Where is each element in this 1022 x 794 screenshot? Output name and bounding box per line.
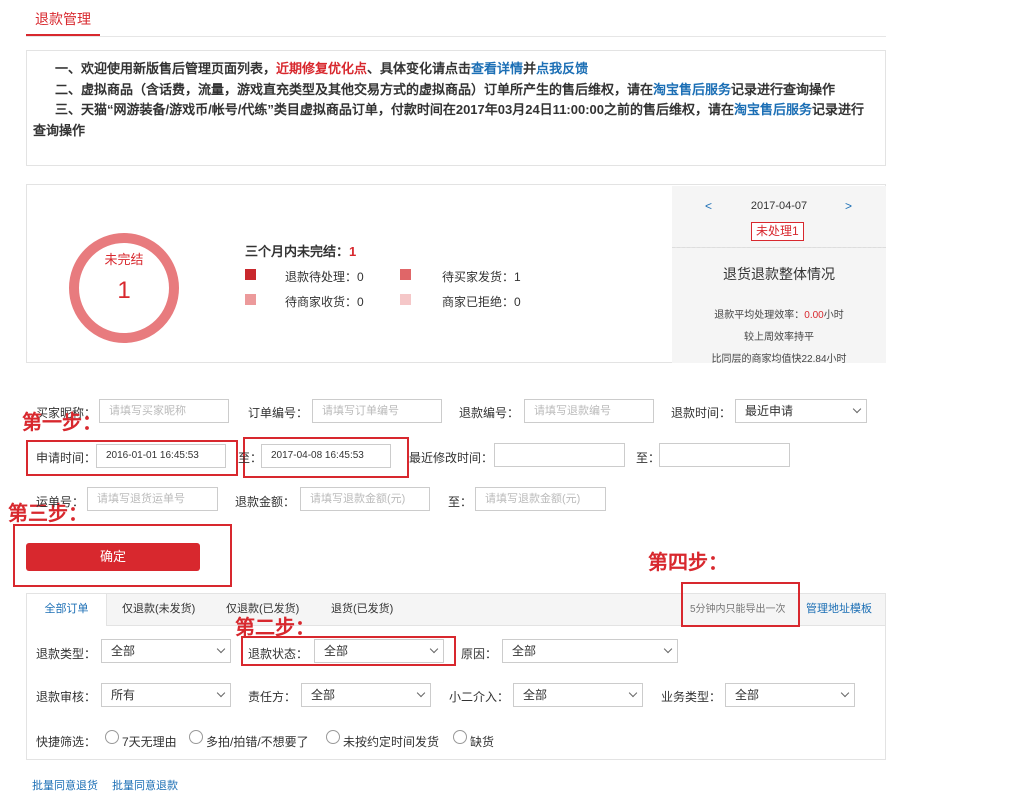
legend-swatch-await-ship — [400, 269, 411, 280]
notice-line-3: 三、天猫“网游装备/游戏币/帐号/代练”类目虚拟商品订单，付款时间在2017年0… — [33, 102, 865, 138]
refund-type-label: 退款类型： — [36, 647, 97, 661]
step-4-annotation: 第四步： — [648, 552, 728, 574]
ring-label: 未完结 — [104, 252, 144, 267]
tab-refund-management[interactable]: 退款管理 — [26, 4, 100, 36]
amount-to-label: 至： — [448, 495, 473, 509]
order-no-input[interactable]: 请填写订单编号 — [312, 399, 442, 423]
next-date-button[interactable]: > — [845, 199, 852, 213]
stat-await-receive[interactable]: 待商家收货：0 — [285, 293, 364, 310]
refund-type-select[interactable]: 全部 — [101, 639, 231, 663]
amount-label: 退款金额： — [235, 495, 296, 509]
chevron-down-icon — [216, 644, 226, 654]
refund-audit-select[interactable]: 所有 — [101, 683, 231, 707]
peer-compare: 比同层的商家均值快22.84小时 — [711, 354, 847, 365]
taobao-service-link-2[interactable]: 淘宝售后服务 — [734, 102, 812, 117]
modify-time-from-input[interactable] — [494, 443, 625, 467]
xiaoer-label: 小二介入： — [449, 690, 510, 704]
apply-time-label: 申请时间： — [36, 451, 97, 465]
quick-filter-label: 快捷筛选： — [36, 735, 97, 749]
header-divider — [26, 36, 886, 37]
stat-rejected[interactable]: 商家已拒绝：0 — [442, 293, 521, 310]
stat-await-buyer-ship[interactable]: 待买家发货：1 — [442, 268, 521, 285]
chevron-down-icon — [416, 688, 426, 698]
view-details-link[interactable]: 查看详情 — [471, 61, 523, 76]
feedback-link[interactable]: 点我反馈 — [536, 61, 588, 76]
responsible-select[interactable]: 全部 — [301, 683, 431, 707]
quick-filter-radio-7day[interactable] — [105, 730, 119, 744]
reason-select[interactable]: 全部 — [502, 639, 678, 663]
chevron-down-icon — [628, 688, 638, 698]
apply-time-to-label: 至： — [238, 451, 263, 465]
efficiency-line: 退款平均处理效率：0.00小时 — [714, 310, 844, 321]
taobao-service-link[interactable]: 淘宝售后服务 — [653, 82, 731, 97]
order-no-label: 订单编号： — [248, 406, 309, 420]
quick-filter-stockout[interactable]: 缺货 — [470, 733, 494, 750]
modify-time-to-label: 至： — [636, 451, 661, 465]
step-1-annotation: 第一步： — [22, 412, 102, 434]
modify-time-to-input[interactable] — [659, 443, 790, 467]
notice-line-2: 二、虚拟商品（含话费，流量，游戏直充类型及其他交易方式的虚拟商品）订单所产生的售… — [55, 81, 836, 97]
refund-time-label: 退款时间： — [671, 406, 732, 420]
summary-count: 1 — [349, 244, 357, 259]
buyer-nick-input[interactable]: 请填写买家昵称 — [99, 399, 229, 423]
step-4-box — [681, 582, 800, 627]
chevron-down-icon — [663, 644, 673, 654]
chevron-down-icon — [840, 688, 850, 698]
batch-agree-return-link[interactable]: 批量同意退货 — [32, 777, 98, 793]
ring-value: 1 — [117, 277, 131, 304]
unprocessed-badge[interactable]: 未处理1 — [751, 222, 804, 241]
legend-swatch-rejected — [400, 294, 411, 305]
side-title: 退货退款整体情况 — [723, 266, 835, 282]
quick-filter-radio-late[interactable] — [326, 730, 340, 744]
apply-time-to-input[interactable]: 2017-04-08 16:45:53 — [261, 444, 391, 468]
quick-filter-late[interactable]: 未按约定时间发货 — [343, 733, 439, 750]
notice-line-1: 一、欢迎使用新版售后管理页面列表，近期修复优化点、具体变化请点击查看详情并点我反… — [55, 61, 589, 76]
legend-swatch-await-receive — [245, 294, 256, 305]
stat-pending-refund[interactable]: 退款待处理：0 — [285, 268, 364, 285]
modify-time-label: 最近修改时间： — [409, 451, 494, 465]
amount-from-input[interactable]: 请填写退款金额(元) — [300, 487, 430, 511]
waybill-label: 运单号： — [36, 495, 85, 509]
tab-return-shipped[interactable]: 退货(已发货) — [331, 594, 393, 625]
amount-to-input[interactable]: 请填写退款金额(元) — [475, 487, 606, 511]
recent-fixes-link[interactable]: 近期修复优化点 — [276, 61, 367, 76]
week-compare: 较上周效率持平 — [744, 332, 814, 343]
quick-filter-wrong[interactable]: 多拍/拍错/不想要了 — [206, 733, 309, 750]
chevron-down-icon — [216, 688, 226, 698]
side-divider — [672, 247, 886, 248]
reason-label: 原因： — [461, 647, 498, 661]
refund-no-input[interactable]: 请填写退款编号 — [524, 399, 654, 423]
apply-time-from-input[interactable]: 2016-01-01 16:45:53 — [96, 444, 226, 468]
biz-type-label: 业务类型： — [661, 690, 722, 704]
summary-title: 三个月内未完结：1 — [245, 244, 357, 259]
batch-agree-refund-link[interactable]: 批量同意退款 — [112, 777, 178, 793]
waybill-input[interactable]: 请填写退货运单号 — [87, 487, 218, 511]
notice-box: 一、欢迎使用新版售后管理页面列表，近期修复优化点、具体变化请点击查看详情并点我反… — [26, 50, 886, 166]
refund-no-label: 退款编号： — [459, 406, 520, 420]
step-2-annotation: 第二步： — [235, 617, 315, 639]
responsible-label: 责任方： — [248, 690, 297, 704]
biz-type-select[interactable]: 全部 — [725, 683, 855, 707]
tab-all-orders[interactable]: 全部订单 — [27, 594, 107, 626]
quick-filter-radio-stockout[interactable] — [453, 730, 467, 744]
manage-address-template-link[interactable]: 管理地址模板 — [806, 594, 872, 625]
side-summary: < 2017-04-07 > 未处理1 退货退款整体情况 退款平均处理效率：0.… — [672, 186, 886, 365]
chevron-down-icon — [852, 404, 862, 414]
quick-filter-radio-wrong[interactable] — [189, 730, 203, 744]
xiaoer-select[interactable]: 全部 — [513, 683, 643, 707]
legend-swatch-pending — [245, 269, 256, 280]
confirm-button[interactable]: 确定 — [26, 543, 200, 571]
side-date: 2017-04-07 — [750, 200, 808, 212]
refund-time-select[interactable]: 最近申请 — [735, 399, 867, 423]
step-2-box — [241, 636, 456, 666]
quick-filter-7day[interactable]: 7天无理由 — [122, 733, 177, 750]
refund-audit-label: 退款审核： — [36, 690, 97, 704]
stats-panel: 未完结 1 三个月内未完结：1 退款待处理：0 待买家发货：1 待商家收货：0 … — [26, 184, 886, 365]
tab-refund-not-shipped[interactable]: 仅退款(未发货) — [122, 594, 195, 625]
